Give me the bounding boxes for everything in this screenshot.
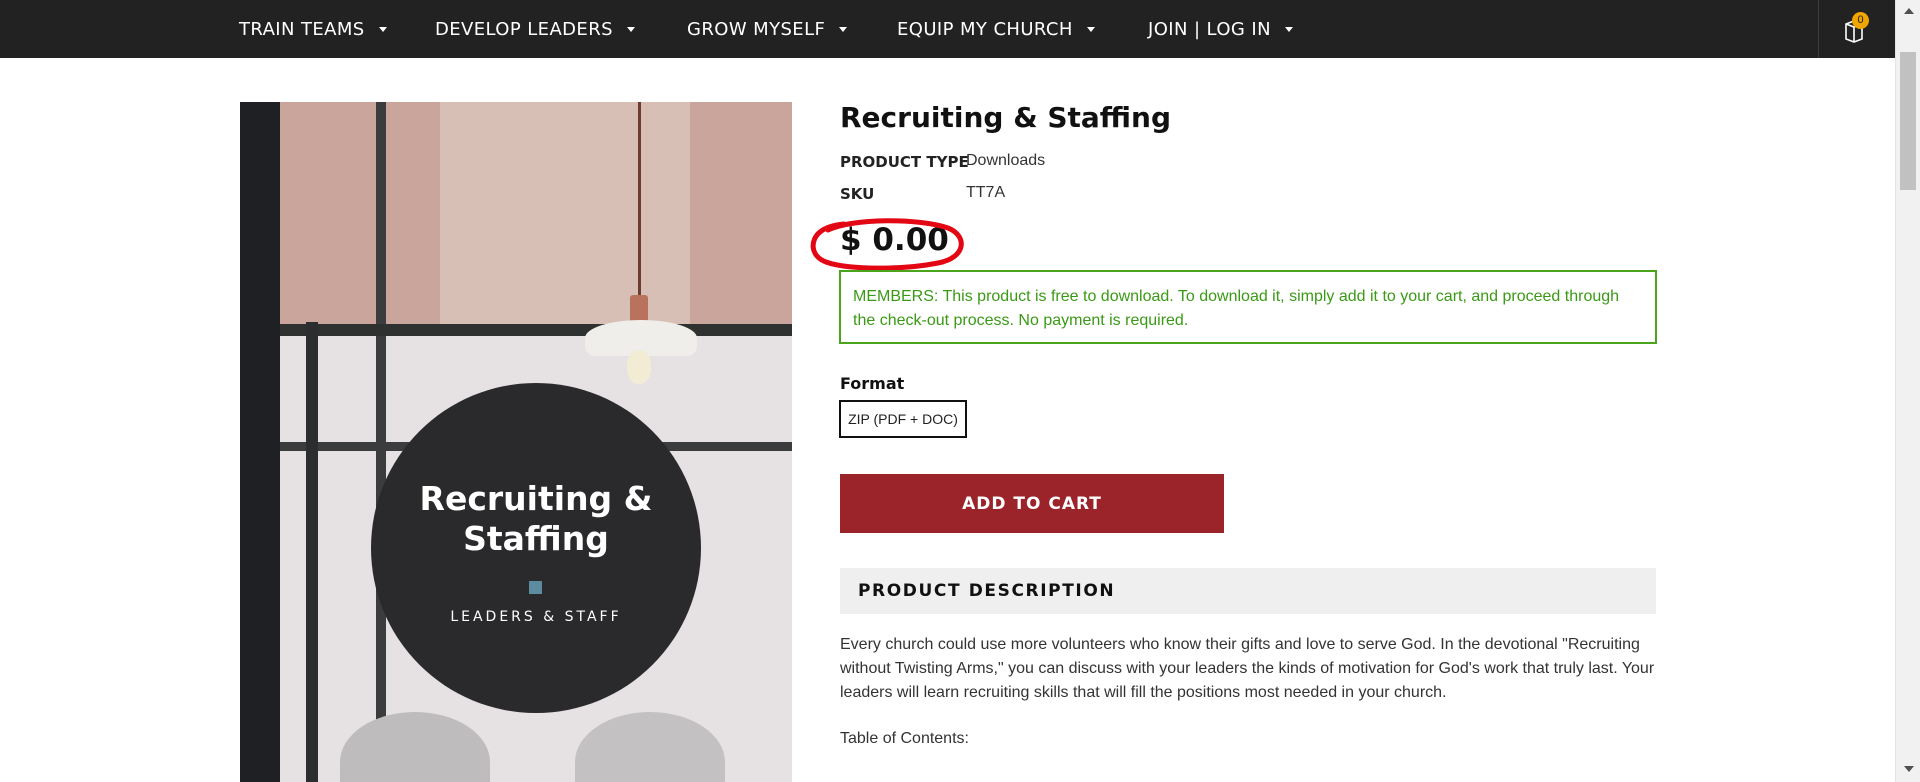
image-window-bar [306, 322, 318, 782]
image-cover-subtitle: LEADERS & STAFF [450, 609, 622, 625]
lamp-bulb [627, 350, 651, 384]
lamp-socket [630, 295, 648, 323]
product-title: Recruiting & Staffing [840, 101, 1172, 134]
nav-item-label: DEVELOP LEADERS [435, 18, 613, 40]
nav-item-join-log-in[interactable]: JOIN | LOG IN [1148, 0, 1293, 58]
scroll-up-arrow-icon[interactable] [1904, 8, 1914, 14]
chevron-down-icon [626, 26, 635, 32]
scroll-down-arrow-icon[interactable] [1904, 766, 1914, 772]
chevron-down-icon [378, 26, 387, 32]
product-image[interactable]: Recruiting & Staffing LEADERS & STAFF [240, 102, 792, 782]
format-option-zip[interactable]: ZIP (PDF + DOC) [839, 400, 967, 438]
product-description-text: Every church could use more volunteers w… [840, 636, 1655, 701]
cart-count-badge: 0 [1852, 12, 1869, 29]
image-dark-band [240, 102, 280, 782]
nav-item-equip-my-church[interactable]: EQUIP MY CHURCH [897, 0, 1095, 58]
product-description-header-label: PRODUCT DESCRIPTION [858, 581, 1116, 601]
nav-item-develop-leaders[interactable]: DEVELOP LEADERS [435, 0, 635, 58]
nav-item-label: EQUIP MY CHURCH [897, 18, 1073, 40]
format-label: Format [840, 374, 905, 393]
chevron-down-icon [1284, 26, 1293, 32]
scrollbar-thumb[interactable] [1900, 52, 1916, 190]
price-highlight-circle [810, 218, 964, 271]
sku-label: SKU [840, 185, 875, 203]
product-type-value: Downloads [966, 152, 1046, 169]
nav-item-label: TRAIN TEAMS [239, 18, 365, 40]
nav-item-label: GROW MYSELF [687, 18, 826, 40]
image-cover-square [529, 581, 542, 594]
nav-item-train-teams[interactable]: TRAIN TEAMS [239, 0, 387, 58]
sku-value: TT7A [966, 184, 1006, 201]
lamp-cord [638, 102, 641, 297]
members-free-download-note: MEMBERS: This product is free to downloa… [839, 270, 1657, 344]
product-type-label: PRODUCT TYPE [840, 153, 969, 171]
image-background-wall [440, 102, 690, 342]
chevron-down-icon [839, 26, 848, 32]
image-cover-circle: Recruiting & Staffing LEADERS & STAFF [371, 383, 701, 713]
table-of-contents-label: Table of Contents: [840, 730, 969, 747]
image-window-bar [280, 324, 792, 336]
image-cover-title: Recruiting & Staffing [419, 479, 653, 558]
nav-item-grow-myself[interactable]: GROW MYSELF [687, 0, 848, 58]
vertical-scrollbar[interactable] [1895, 0, 1920, 782]
product-description-header[interactable]: PRODUCT DESCRIPTION [840, 568, 1656, 614]
nav-divider [1818, 0, 1819, 58]
nav-item-label: JOIN | LOG IN [1148, 18, 1271, 40]
add-to-cart-button[interactable]: ADD TO CART [840, 474, 1224, 533]
chevron-down-icon [1086, 26, 1095, 32]
top-navigation-bar: TRAIN TEAMS DEVELOP LEADERS GROW MYSELF … [0, 0, 1895, 58]
